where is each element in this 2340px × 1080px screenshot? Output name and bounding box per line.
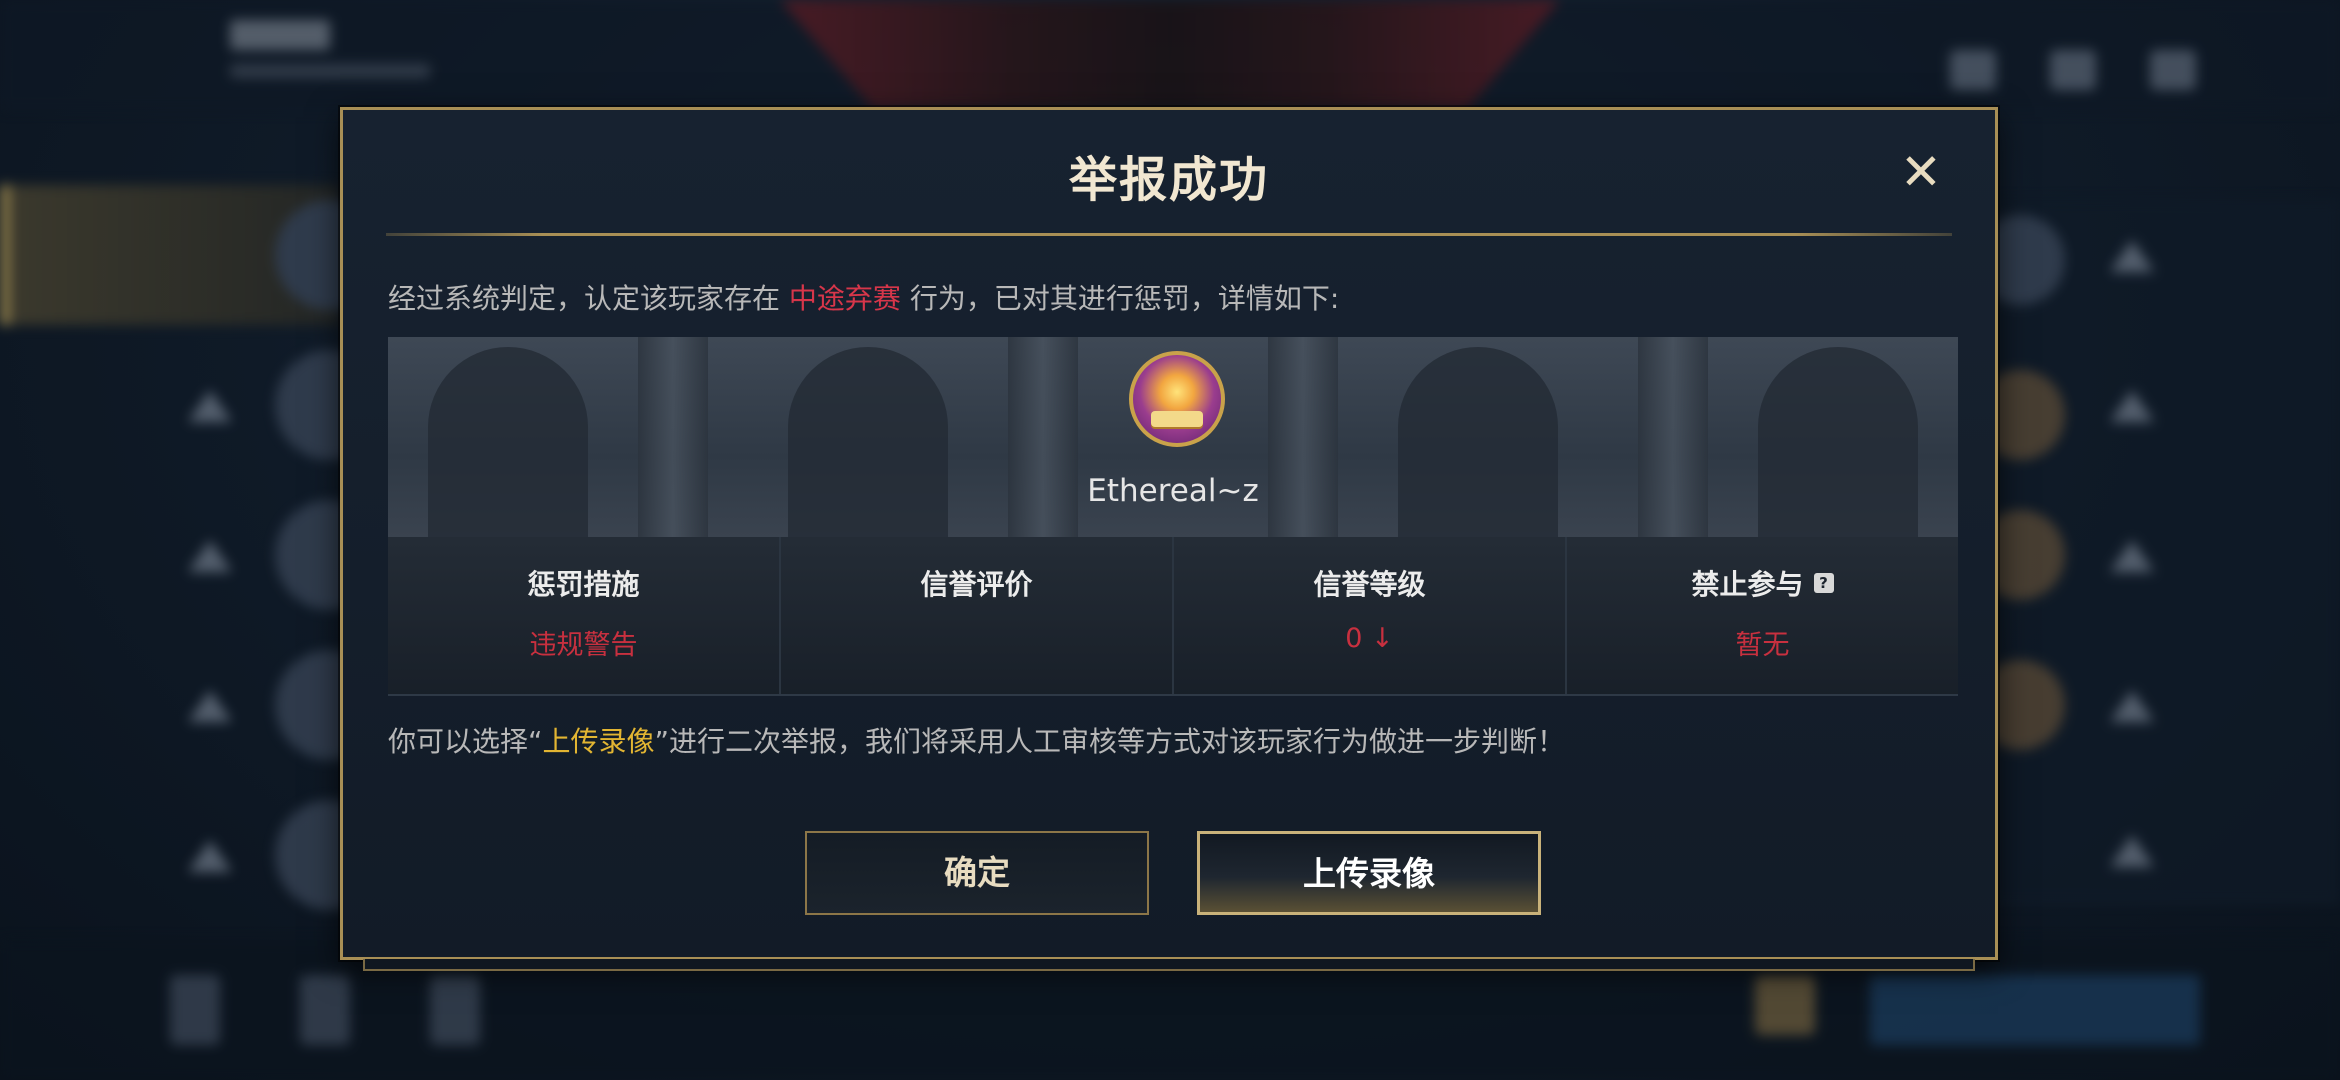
background-like-icon (2110, 240, 2154, 272)
stat-label-text: 禁止参与 (1691, 568, 1804, 601)
player-panel: Ethereal~z (388, 337, 1958, 537)
stat-credit-review: 信誉评价 (781, 537, 1174, 694)
background-like-icon (2110, 540, 2154, 572)
confirm-button[interactable]: 确定 (805, 831, 1149, 915)
note-highlight: 上传录像 (542, 725, 655, 758)
background-top-icon (1950, 50, 1996, 90)
background-right-row (1990, 760, 2340, 902)
stat-value: 0 ↓ (1345, 623, 1394, 654)
verdict-prefix: 经过系统判定，认定该玩家存在 (388, 282, 789, 315)
close-icon[interactable]: ✕ (1895, 146, 1947, 198)
stat-value: 暂无 (1735, 630, 1790, 661)
penalty-stats-table: 惩罚措施 违规警告 信誉评价 信誉等级 0 ↓ 禁止参与? 暂无 (388, 537, 1958, 696)
dialog-title: 举报成功 (1068, 152, 1269, 208)
verdict-text: 经过系统判定，认定该玩家存在 中途弃赛 行为，已对其进行惩罚，详情如下: (388, 277, 1339, 317)
title-divider (386, 233, 1952, 236)
stat-penalty-measure: 惩罚措施 违规警告 (388, 537, 781, 694)
background-title-block (230, 20, 330, 50)
background-bottom-icon (1755, 975, 1815, 1035)
note-suffix: ”进行二次举报，我们将采用人工审核等方式对该玩家行为做进一步判断！ (654, 725, 1566, 758)
background-like-icon (188, 690, 232, 722)
upload-note: 你可以选择“上传录像”进行二次举报，我们将采用人工审核等方式对该玩家行为做进一步… (388, 720, 1565, 760)
upload-replay-button[interactable]: 上传录像 (1197, 831, 1541, 915)
stat-label: 惩罚措施 (527, 568, 640, 601)
background-bottom-icon (170, 975, 220, 1045)
stat-credit-level: 信誉等级 0 ↓ (1174, 537, 1567, 694)
question-mark-icon[interactable]: ? (1813, 573, 1834, 593)
note-prefix: 你可以选择“ (388, 725, 543, 758)
player-name: Ethereal~z (1087, 473, 1259, 509)
verdict-offense: 中途弃赛 (788, 282, 901, 315)
background-bottom-button (1870, 975, 2200, 1045)
background-like-icon (188, 390, 232, 422)
background-bottom-icon (300, 975, 350, 1045)
background-like-icon (2110, 835, 2154, 867)
background-vs-banner (780, 0, 1560, 110)
verdict-suffix: 行为，已对其进行惩罚，详情如下: (900, 282, 1340, 315)
stat-label: 禁止参与? (1567, 563, 1958, 603)
background-like-icon (188, 840, 232, 872)
background-bottom-icon (430, 975, 480, 1045)
player-avatar (1129, 351, 1225, 447)
background-like-icon (2110, 390, 2154, 422)
background-like-icon (188, 540, 232, 572)
stat-ban-participation: 禁止参与? 暂无 (1567, 537, 1958, 694)
background-top-icon (2150, 50, 2196, 90)
background-subtitle-block (230, 64, 430, 78)
background-top-icon (2050, 50, 2096, 90)
stat-value: 违规警告 (529, 630, 638, 661)
background-like-icon (2110, 690, 2154, 722)
stat-label: 信誉评价 (920, 568, 1033, 601)
stat-label: 信誉等级 (1313, 568, 1426, 601)
report-success-dialog: 举报成功 ✕ 经过系统判定，认定该玩家存在 中途弃赛 行为，已对其进行惩罚，详情… (340, 107, 1998, 971)
